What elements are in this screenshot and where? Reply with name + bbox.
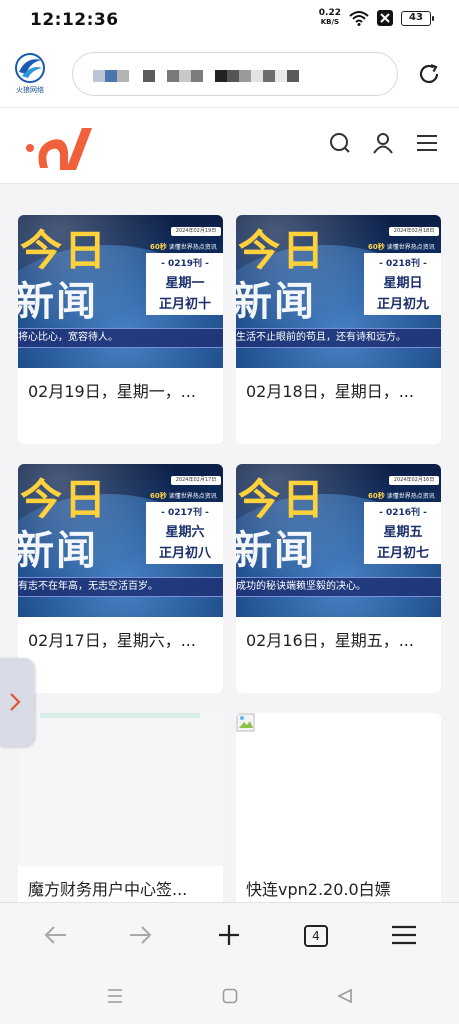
site-logo-text: 火狼网络 <box>16 86 44 94</box>
thumb-quote: 成功的秘诀端赖坚毅的决心。 <box>236 577 441 597</box>
thumb-headline-2: 新闻 <box>236 279 316 325</box>
menu-icon[interactable] <box>390 923 418 951</box>
browser-address-bar: 火狼网络 <box>0 40 459 108</box>
forward-icon[interactable] <box>128 923 154 951</box>
news-card[interactable]: 2024年02月17日 60秒 读懂世界热点资讯 - 0217刊 - 星期六 正月… <box>18 464 223 693</box>
thumb-weekday: 星期六 <box>165 525 205 540</box>
back-icon[interactable] <box>337 988 353 1008</box>
article-thumbnail <box>18 713 223 866</box>
brand-logo[interactable] <box>22 118 94 182</box>
browser-toolbar: 4 <box>0 902 459 968</box>
network-speed-value: 0.22 <box>318 8 341 18</box>
thumb-quote: 生活不止眼前的苟且，还有诗和远方。 <box>236 328 441 348</box>
thumb-tag: 60秒 读懂世界热点资讯 <box>368 243 435 251</box>
thumb-headline-2: 新闻 <box>236 528 316 574</box>
news-thumbnail: 2024年02月19日 60秒 读懂世界热点资讯 - 0219刊 - 星期一 正月… <box>18 215 223 368</box>
news-card[interactable]: 2024年02月16日 60秒 读懂世界热点资讯 - 0216刊 - 星期五 正月… <box>236 464 441 693</box>
site-logo[interactable]: 火狼网络 <box>12 52 48 96</box>
user-icon[interactable] <box>372 132 394 154</box>
thumb-lunar-date: 正月初十 <box>158 297 211 312</box>
thumb-tag: 60秒 读懂世界热点资讯 <box>368 492 435 500</box>
network-speed: 0.22 KB/S <box>319 9 341 27</box>
card-title[interactable]: 02月16日，星期五，... <box>246 627 434 651</box>
url-text-blurred <box>93 70 299 82</box>
thumb-quote: 将心比心，宽容待人。 <box>18 328 223 348</box>
thumb-issue: - 0217刊 - <box>161 508 209 518</box>
article-thumbnail <box>236 713 441 866</box>
news-thumbnail: 2024年02月18日 60秒 读懂世界热点资讯 - 0218刊 - 星期日 正月… <box>236 215 441 368</box>
thumb-issue: - 0219刊 - <box>161 259 209 269</box>
system-nav-bar <box>0 968 459 1024</box>
broken-image-icon <box>236 713 258 735</box>
thumb-lunar-date: 正月初八 <box>158 546 211 561</box>
side-drawer-toggle[interactable] <box>0 658 34 746</box>
reload-icon[interactable] <box>417 62 441 90</box>
network-speed-unit: KB/S <box>320 18 340 26</box>
header-icons <box>329 132 439 154</box>
thumb-quote: 有志不在年高，无志空活百岁。 <box>18 577 223 597</box>
thumb-weekday: 星期五 <box>383 525 423 540</box>
card-title[interactable]: 02月19日，星期一，... <box>28 378 216 402</box>
battery-icon: 43 <box>401 10 434 26</box>
chevron-right-icon <box>10 693 21 711</box>
thumb-date: 2024年02月19日 <box>171 227 221 236</box>
new-tab-icon[interactable] <box>216 923 242 951</box>
thumb-tag: 60秒 读懂世界热点资讯 <box>150 492 217 500</box>
thumb-weekday: 星期一 <box>165 276 205 291</box>
card-title[interactable]: 魔方财务用户中心签... <box>28 876 216 900</box>
back-icon[interactable] <box>42 923 68 951</box>
news-card[interactable]: 2024年02月18日 60秒 读懂世界热点资讯 - 0218刊 - 星期日 正月… <box>236 215 441 444</box>
site-header <box>0 108 459 184</box>
mute-icon <box>377 10 393 26</box>
thumb-lunar-date: 正月初九 <box>376 297 429 312</box>
thumb-weekday: 星期日 <box>383 276 423 291</box>
thumb-lunar-date: 正月初七 <box>376 546 429 561</box>
home-icon[interactable] <box>222 988 238 1008</box>
menu-icon[interactable] <box>415 132 439 154</box>
card-title[interactable]: 02月17日，星期六，... <box>28 627 216 651</box>
site-logo-icon <box>15 53 45 83</box>
news-card[interactable]: 2024年02月19日 60秒 读懂世界热点资讯 - 0219刊 - 星期一 正月… <box>18 215 223 444</box>
thumb-headline-2: 新闻 <box>18 528 98 574</box>
status-time: 12:12:36 <box>30 10 119 30</box>
thumb-headline-2: 新闻 <box>18 279 98 325</box>
url-bar[interactable] <box>72 52 398 96</box>
recents-icon[interactable] <box>106 988 124 1008</box>
thumb-date: 2024年02月17日 <box>171 476 221 485</box>
wifi-icon <box>349 10 369 26</box>
news-thumbnail: 2024年02月16日 60秒 读懂世界热点资讯 - 0216刊 - 星期五 正月… <box>236 464 441 617</box>
card-title[interactable]: 快连vpn2.20.0白嫖 <box>246 876 434 900</box>
thumb-issue: - 0216刊 - <box>379 508 427 518</box>
status-bar: 12:12:36 0.22 KB/S 43 <box>0 0 459 40</box>
card-title[interactable]: 02月18日，星期日，... <box>246 378 434 402</box>
search-icon[interactable] <box>329 132 351 154</box>
news-thumbnail: 2024年02月17日 60秒 读懂世界热点资讯 - 0217刊 - 星期六 正月… <box>18 464 223 617</box>
thumb-issue: - 0218刊 - <box>379 259 427 269</box>
tabs-icon[interactable]: 4 <box>304 925 328 947</box>
thumb-date: 2024年02月16日 <box>389 476 439 485</box>
thumb-date: 2024年02月18日 <box>389 227 439 236</box>
thumb-tag: 60秒 读懂世界热点资讯 <box>150 243 217 251</box>
status-indicators: 0.22 KB/S 43 <box>319 9 434 27</box>
